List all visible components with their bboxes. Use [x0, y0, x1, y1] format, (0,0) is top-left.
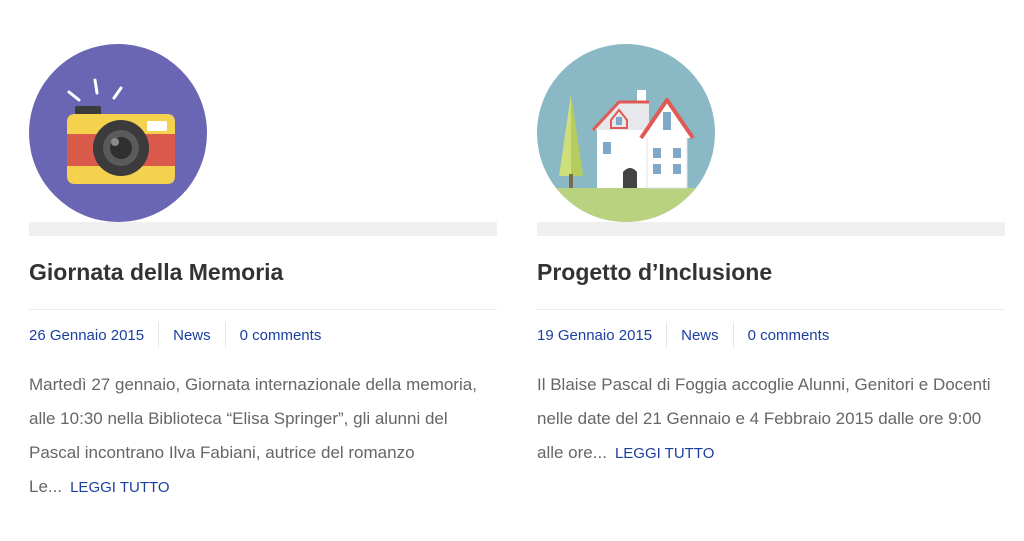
- meta-separator: [666, 322, 668, 348]
- post-excerpt-text: Il Blaise Pascal di Foggia accoglie Alun…: [537, 375, 991, 462]
- post-date-link[interactable]: 26 Gennaio 2015: [29, 327, 144, 344]
- read-more-link[interactable]: LEGGI TUTTO: [70, 479, 169, 496]
- divider: [29, 309, 497, 310]
- meta-separator: [732, 322, 734, 348]
- post-thumbnail[interactable]: [537, 44, 715, 222]
- post-excerpt: Martedì 27 gennaio, Giornata internazion…: [29, 368, 501, 505]
- post-date-link[interactable]: 19 Gennaio 2015: [537, 327, 652, 344]
- post-category-link[interactable]: News: [173, 327, 211, 344]
- post-meta: 19 Gennaio 2015 News 0 comments: [537, 322, 829, 348]
- post-meta: 26 Gennaio 2015 News 0 comments: [29, 322, 321, 348]
- meta-separator: [158, 322, 160, 348]
- post-title[interactable]: Giornata della Memoria: [29, 258, 283, 286]
- post-category-link[interactable]: News: [681, 327, 719, 344]
- camera-icon: [29, 44, 207, 222]
- post-title[interactable]: Progetto d’Inclusione: [537, 258, 772, 286]
- post-thumbnail[interactable]: [29, 44, 207, 222]
- post-excerpt-text: Martedì 27 gennaio, Giornata internazion…: [29, 375, 477, 496]
- meta-separator: [224, 322, 226, 348]
- divider: [537, 309, 1005, 310]
- post-comments-link[interactable]: 0 comments: [240, 327, 322, 344]
- post-excerpt: Il Blaise Pascal di Foggia accoglie Alun…: [537, 368, 1009, 471]
- read-more-link[interactable]: LEGGI TUTTO: [615, 445, 714, 462]
- house-icon: [537, 44, 715, 222]
- thumbnail-bar: [537, 222, 1005, 236]
- post-comments-link[interactable]: 0 comments: [748, 327, 830, 344]
- thumbnail-bar: [29, 222, 497, 236]
